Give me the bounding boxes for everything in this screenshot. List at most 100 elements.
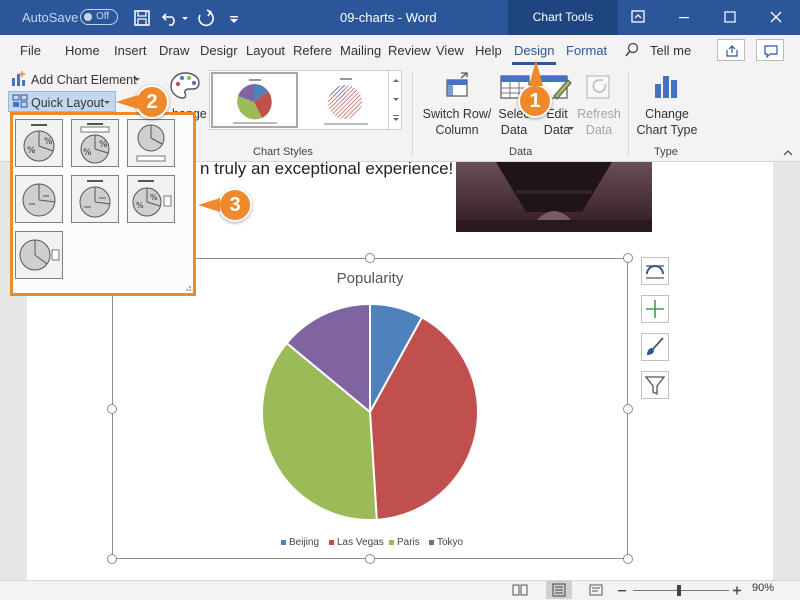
minimize-icon[interactable]: [672, 6, 696, 28]
chart-filters-button[interactable]: [641, 371, 669, 399]
change-chart-type-button[interactable]: Change Chart Type: [634, 106, 700, 138]
maximize-icon[interactable]: [718, 6, 742, 28]
legend-item[interactable]: Beijing: [281, 537, 319, 548]
quick-layout-label: Quick Layout: [31, 96, 104, 110]
tab-view[interactable]: View: [436, 43, 464, 58]
callout-pointer-1: [529, 60, 543, 86]
resize-handle-bottom[interactable]: [365, 554, 375, 564]
customize-toolbar-icon[interactable]: [228, 8, 240, 28]
resize-handle-top-right[interactable]: [623, 253, 633, 263]
resize-handle-left[interactable]: [107, 404, 117, 414]
ribbon-separator: [412, 72, 413, 156]
undo-dropdown-icon[interactable]: [180, 8, 190, 28]
eiffel-tower-image: [456, 162, 652, 232]
filter-icon: [644, 376, 666, 396]
print-layout-icon: [552, 583, 566, 597]
zoom-level[interactable]: 90%: [752, 582, 774, 594]
document-body-text[interactable]: n truly an exceptional experience!: [200, 159, 453, 179]
resize-handle-bottom-left[interactable]: [107, 554, 117, 564]
document-title: 09-charts - Word: [340, 10, 437, 25]
collapse-ribbon-icon[interactable]: [782, 148, 794, 158]
chart-style-2[interactable]: [302, 72, 388, 128]
print-layout-button[interactable]: [546, 581, 572, 599]
tab-draw[interactable]: Draw: [159, 43, 189, 58]
resize-handle-bottom-right[interactable]: [623, 554, 633, 564]
refresh-data-button[interactable]: Refresh Data: [576, 106, 622, 138]
switch-row-column-button[interactable]: Switch Row/ Column: [420, 106, 494, 138]
gallery-scroll-arrows-icon: [393, 79, 399, 121]
vertical-scrollbar[interactable]: [787, 162, 800, 580]
svg-text:%: %: [150, 193, 158, 202]
ribbon-separator: [628, 72, 629, 156]
redo-icon[interactable]: [195, 8, 215, 28]
save-icon[interactable]: [132, 8, 152, 28]
legend-label: Las Vegas: [337, 537, 384, 548]
chart-elements-button[interactable]: [641, 295, 669, 323]
chart-styles-button[interactable]: [641, 333, 669, 361]
close-icon[interactable]: [764, 6, 788, 28]
change-chart-type-line1: Change: [645, 107, 689, 121]
tab-design-doc[interactable]: Desigr: [200, 43, 238, 58]
tab-help[interactable]: Help: [475, 43, 502, 58]
step-callout-1: 1: [518, 84, 552, 118]
select-data-line2: Data: [500, 123, 528, 137]
legend-swatch: [429, 539, 434, 545]
legend-swatch: [389, 539, 394, 545]
legend-label: Paris: [397, 537, 420, 548]
quick-layout-2[interactable]: % %: [71, 119, 119, 167]
quick-layout-1[interactable]: % %: [15, 119, 63, 167]
refresh-data-icon: [586, 75, 610, 99]
step-callout-2: 2: [135, 85, 169, 119]
change-chart-type-icon: [655, 76, 677, 98]
chart-style-1[interactable]: [211, 72, 298, 128]
quick-layout-7[interactable]: [15, 231, 63, 279]
quick-layout-6[interactable]: % %: [127, 175, 175, 223]
legend-label: Beijing: [289, 537, 320, 548]
legend-item[interactable]: Paris: [389, 537, 420, 548]
resize-handle-right[interactable]: [623, 404, 633, 414]
chart-title[interactable]: Popularity: [310, 270, 430, 287]
ribbon-display-options-icon[interactable]: [626, 6, 650, 28]
add-chart-element-icon: [12, 71, 25, 86]
add-chart-element-button[interactable]: Add Chart Element: [31, 72, 137, 88]
chart-styles-scroll[interactable]: [388, 70, 402, 130]
tab-references[interactable]: Refere: [293, 43, 332, 58]
autosave-toggle[interactable]: Off: [80, 9, 118, 25]
svg-text:%: %: [44, 137, 53, 147]
resize-grip-icon[interactable]: [184, 284, 192, 292]
tab-chart-design[interactable]: Design: [514, 43, 554, 58]
quick-layout-5[interactable]: [71, 175, 119, 223]
legend-item[interactable]: Tokyo: [429, 537, 463, 548]
read-mode-icon[interactable]: [512, 582, 528, 598]
tab-home[interactable]: Home: [65, 43, 100, 58]
svg-text:%: %: [27, 146, 36, 156]
legend-item[interactable]: Las Vegas: [329, 537, 384, 548]
refresh-data-line2: Data: [585, 123, 613, 137]
palette-icon[interactable]: [168, 70, 202, 102]
chevron-down-icon: [568, 127, 574, 130]
svg-text:%: %: [83, 148, 92, 158]
tell-me-search[interactable]: Tell me: [650, 43, 691, 58]
layout-options-button[interactable]: [641, 257, 669, 285]
comments-button[interactable]: [756, 39, 784, 61]
share-icon: [726, 45, 738, 57]
toggle-knob: [84, 13, 92, 21]
share-button[interactable]: [717, 39, 745, 61]
quick-layout-3[interactable]: [127, 119, 175, 167]
tab-file[interactable]: File: [20, 43, 41, 58]
zoom-slider[interactable]: [615, 582, 741, 598]
tab-layout[interactable]: Layout: [246, 43, 285, 58]
tab-review[interactable]: Review: [388, 43, 431, 58]
pie-chart[interactable]: [250, 292, 490, 532]
tab-mailings[interactable]: Mailing: [340, 43, 381, 58]
layout-7-preview: [19, 239, 60, 271]
svg-text:%: %: [99, 140, 108, 150]
quick-layout-4[interactable]: [15, 175, 63, 223]
eiffel-tower-photo[interactable]: [456, 162, 652, 232]
tab-chart-format[interactable]: Format: [566, 43, 607, 58]
undo-icon[interactable]: [160, 8, 180, 28]
resize-handle-top[interactable]: [365, 253, 375, 263]
layout-1-preview: % %: [23, 124, 55, 162]
web-layout-icon[interactable]: [588, 582, 604, 598]
tab-insert[interactable]: Insert: [114, 43, 147, 58]
